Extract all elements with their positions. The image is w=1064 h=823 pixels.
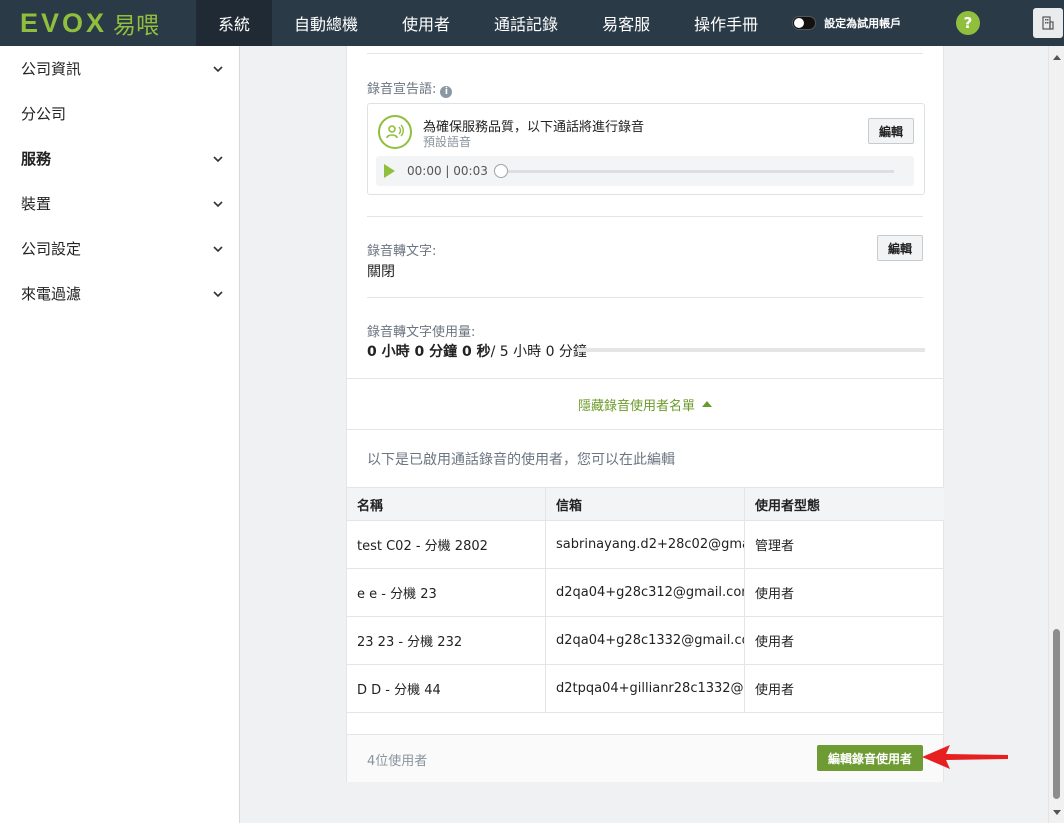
nav-manual[interactable]: 操作手冊: [672, 0, 780, 46]
evox-logo[interactable]: EVOX 易喂: [0, 0, 196, 46]
caret-up-icon: [702, 401, 712, 407]
usage-progress-bar: [577, 348, 925, 352]
table-header: 名稱 信箱 使用者型態: [347, 487, 944, 521]
logo-text: EVOX: [20, 7, 108, 38]
hide-user-list-label: 隱藏錄音使用者名單: [577, 398, 695, 414]
info-icon[interactable]: i: [440, 86, 453, 98]
seek-handle[interactable]: [493, 164, 508, 178]
cell-name: test C02 - 分機 2802: [347, 521, 546, 568]
audio-time: 00:00 | 00:03: [407, 164, 488, 178]
sidebar-item-devices[interactable]: 裝置: [0, 181, 239, 226]
nav-auto-attendant[interactable]: 自動總機: [272, 0, 380, 46]
divider: [367, 53, 923, 54]
cell-name: 23 23 - 分機 232: [347, 617, 546, 664]
recording-users-table: 名稱 信箱 使用者型態 test C02 - 分機 2802 sabrinaya…: [347, 487, 944, 713]
annotation-arrow-icon: [922, 745, 1008, 769]
table-row: test C02 - 分機 2802 sabrinayang.d2+28c02@…: [347, 521, 944, 569]
edit-announcement-button[interactable]: 編輯: [867, 118, 914, 144]
help-icon[interactable]: ?: [956, 11, 980, 35]
recording-settings-card: 錄音宣告語: i 為確保服務品質，以下通話將進行錄音 預設語音 編輯 00:00 …: [346, 46, 944, 782]
chevron-down-icon: [213, 245, 223, 252]
chevron-down-icon: [213, 155, 223, 162]
sidebar: 公司資訊 分公司 服務 裝置 公司設定 來電過濾: [0, 46, 240, 823]
scrollbar-thumb[interactable]: [1053, 629, 1060, 799]
building-icon[interactable]: [1033, 8, 1063, 38]
nav-customer-service[interactable]: 易客服: [580, 0, 672, 46]
seek-track[interactable]: [507, 169, 894, 173]
vertical-scrollbar[interactable]: [1048, 46, 1064, 823]
sidebar-item-label: 公司資訊: [21, 60, 82, 78]
cell-name: D D - 分機 44: [347, 665, 546, 712]
cell-user-type: 使用者: [755, 635, 795, 650]
trial-account-toggle[interactable]: 設定為試用帳戶: [792, 15, 901, 31]
cell-user-type: 使用者: [755, 683, 795, 698]
play-icon[interactable]: [384, 164, 395, 178]
sidebar-item-company-settings[interactable]: 公司設定: [0, 226, 239, 271]
announcement-subtitle: 預設語音: [423, 135, 472, 149]
toggle-switch[interactable]: [792, 16, 817, 30]
cell-user-type: 管理者: [755, 539, 795, 554]
sidebar-item-services[interactable]: 服務: [0, 136, 239, 181]
usage-label: 錄音轉文字使用量:: [367, 325, 476, 340]
column-header-name[interactable]: 名稱: [347, 488, 546, 520]
sidebar-item-call-filter[interactable]: 來電過濾: [0, 271, 239, 316]
edit-transcribe-button[interactable]: 編輯: [876, 235, 923, 261]
transcribe-value: 關閉: [367, 264, 395, 280]
audio-player: 00:00 | 00:03: [376, 156, 914, 186]
sidebar-item-label: 分公司: [21, 105, 67, 123]
main-nav: 系統 自動總機 使用者 通話記錄 易客服 操作手冊: [196, 0, 780, 46]
edit-recording-users-button[interactable]: 編輯錄音使用者: [816, 745, 923, 771]
cell-email: d2qa04+g28c1332@gmail.com: [546, 617, 745, 664]
sidebar-item-branch[interactable]: 分公司: [0, 91, 239, 136]
table-row: e e - 分機 23 d2qa04+g28c312@gmail.com 使用者: [347, 569, 944, 617]
cell-name: e e - 分機 23: [347, 569, 546, 616]
announcement-label-text: 錄音宣告語:: [367, 82, 437, 97]
cell-email: d2tpqa04+gillianr28c1332@g...: [546, 665, 745, 712]
scroll-down-icon[interactable]: [1053, 810, 1061, 815]
chevron-down-icon: [213, 65, 223, 72]
sidebar-item-label: 服務: [21, 150, 52, 168]
chevron-down-icon: [213, 290, 223, 297]
cell-user-type: 使用者: [755, 587, 795, 602]
table-row: D D - 分機 44 d2tpqa04+gillianr28c1332@g..…: [347, 665, 944, 713]
nav-call-records[interactable]: 通話記錄: [472, 0, 580, 46]
main-content: 錄音宣告語: i 為確保服務品質，以下通話將進行錄音 預設語音 編輯 00:00 …: [241, 46, 1048, 823]
column-header-email[interactable]: 信箱: [546, 488, 745, 520]
user-count: 4位使用者: [367, 754, 428, 769]
trial-account-label: 設定為試用帳戶: [824, 17, 902, 30]
logo-chinese-text: 易喂: [113, 13, 160, 39]
divider: [367, 297, 923, 298]
chevron-down-icon: [213, 200, 223, 207]
hide-user-list-toggle[interactable]: 隱藏錄音使用者名單: [347, 378, 943, 430]
announcement-label: 錄音宣告語: i: [367, 78, 453, 98]
table-row: 23 23 - 分機 232 d2qa04+g28c1332@gmail.com…: [347, 617, 944, 665]
users-footer: 4位使用者 編輯錄音使用者: [347, 734, 943, 782]
sidebar-item-label: 公司設定: [21, 240, 82, 258]
users-description: 以下是已啟用通話錄音的使用者，您可以在此編輯: [367, 452, 675, 468]
nav-system[interactable]: 系統: [196, 0, 273, 46]
usage-total: / 5 小時 0 分鐘: [490, 344, 587, 360]
divider: [367, 216, 923, 217]
cell-email: d2qa04+g28c312@gmail.com: [546, 569, 745, 616]
announcement-box: 為確保服務品質，以下通話將進行錄音 預設語音 編輯 00:00 | 00:03: [367, 103, 925, 195]
usage-used: 0 小時 0 分鐘 0 秒: [367, 344, 491, 360]
top-nav-bar: EVOX 易喂 系統 自動總機 使用者 通話記錄 易客服 操作手冊 設定為試用帳…: [0, 0, 1064, 46]
voice-icon: [378, 115, 412, 149]
sidebar-item-label: 裝置: [21, 195, 52, 213]
column-header-user-type[interactable]: 使用者型態: [745, 488, 944, 520]
sidebar-item-label: 來電過濾: [21, 285, 82, 303]
sidebar-item-company-info[interactable]: 公司資訊: [0, 46, 239, 91]
transcribe-label: 錄音轉文字:: [367, 244, 437, 259]
cell-email: sabrinayang.d2+28c02@gmai...: [546, 521, 745, 568]
nav-users[interactable]: 使用者: [380, 0, 472, 46]
scroll-up-icon[interactable]: [1053, 55, 1061, 60]
usage-value: 0 小時 0 分鐘 0 秒 / 5 小時 0 分鐘: [367, 341, 587, 361]
